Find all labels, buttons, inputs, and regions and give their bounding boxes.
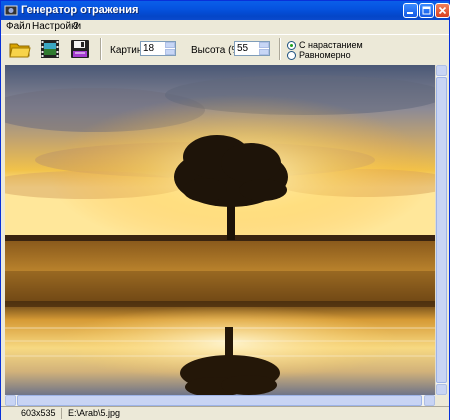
pictures-value[interactable]: 18 bbox=[143, 43, 154, 54]
status-separator bbox=[61, 408, 62, 419]
scroll-left-icon[interactable] bbox=[5, 395, 16, 406]
scroll-right-icon[interactable] bbox=[424, 395, 435, 406]
pictures-spinner[interactable]: 18 bbox=[140, 41, 176, 56]
menu-file[interactable]: Файл bbox=[6, 21, 31, 32]
pictures-spin-buttons[interactable] bbox=[165, 42, 175, 55]
maximize-icon bbox=[422, 6, 431, 15]
menu-help[interactable]: ? bbox=[73, 21, 79, 32]
mode-option-progressive[interactable]: С нарастанием bbox=[299, 40, 363, 50]
spin-down-icon[interactable] bbox=[165, 49, 175, 55]
height-value[interactable]: 55 bbox=[237, 43, 248, 54]
title-bar[interactable]: Генератор отражения bbox=[1, 1, 450, 20]
file-path: E:\Arab\5.jpg bbox=[68, 408, 121, 418]
spin-up-icon[interactable] bbox=[259, 42, 269, 48]
horizontal-scrollbar[interactable] bbox=[5, 395, 435, 406]
mode-option-uniform[interactable]: Равномерно bbox=[299, 50, 351, 60]
height-spinner[interactable]: 55 bbox=[234, 41, 270, 56]
minimize-icon bbox=[407, 12, 413, 14]
maximize-button[interactable] bbox=[419, 3, 434, 18]
close-icon bbox=[438, 6, 447, 15]
vertical-scroll-thumb[interactable] bbox=[436, 77, 447, 383]
image-dimensions: 603x535 bbox=[21, 408, 56, 418]
reflection-image bbox=[5, 65, 435, 395]
save-floppy-icon[interactable] bbox=[69, 38, 91, 60]
mode-radio-progressive[interactable] bbox=[287, 41, 296, 50]
vertical-scrollbar[interactable] bbox=[435, 65, 447, 395]
status-bar: 603x535 E:\Arab\5.jpg bbox=[1, 406, 449, 420]
minimize-button[interactable] bbox=[403, 3, 418, 18]
spin-down-icon[interactable] bbox=[259, 49, 269, 55]
toolbar-separator bbox=[100, 38, 102, 60]
scroll-down-icon[interactable] bbox=[436, 384, 447, 395]
app-window: Генератор отражения Файл Настройки ? Кар… bbox=[0, 0, 450, 420]
open-folder-icon[interactable] bbox=[9, 38, 31, 60]
radio-selected-dot bbox=[290, 44, 293, 47]
horizontal-scroll-thumb[interactable] bbox=[17, 395, 422, 406]
window-title: Генератор отражения bbox=[21, 4, 139, 16]
mode-radio-uniform[interactable] bbox=[287, 51, 296, 60]
film-strip-icon[interactable] bbox=[39, 38, 61, 60]
menu-bar: Файл Настройки ? bbox=[1, 20, 449, 34]
toolbar: Картин : 18 Высота (%) : 55 С нарастание… bbox=[1, 34, 449, 63]
toolbar-separator bbox=[279, 38, 281, 60]
image-viewport[interactable] bbox=[5, 65, 435, 395]
close-button[interactable] bbox=[435, 3, 450, 18]
height-spin-buttons[interactable] bbox=[259, 42, 269, 55]
app-icon bbox=[4, 5, 18, 16]
scroll-up-icon[interactable] bbox=[436, 65, 447, 76]
spin-up-icon[interactable] bbox=[165, 42, 175, 48]
